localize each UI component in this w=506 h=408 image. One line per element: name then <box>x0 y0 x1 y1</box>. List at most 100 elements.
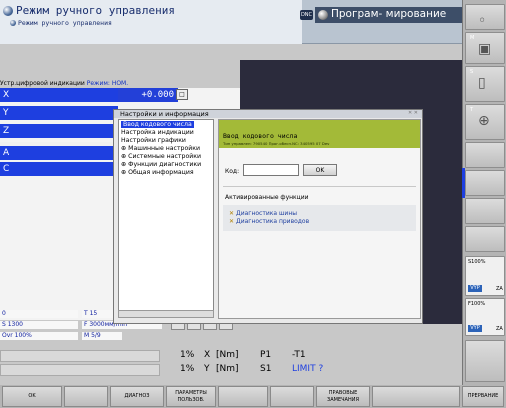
tool-t: -T1 <box>292 350 306 360</box>
right-softkey-bottom[interactable] <box>465 340 505 382</box>
override-row: Ovr 100% M 5/9 <box>0 332 240 340</box>
t-label: T <box>470 107 474 113</box>
spindle-icon: ▯ <box>478 75 486 91</box>
tree-item-graphics[interactable]: Настройки графики <box>121 137 186 144</box>
softkey-abort[interactable]: ПРЕРВАНИЕ <box>462 386 504 407</box>
load-unit: [Nm] <box>216 350 239 360</box>
load-axis: X <box>204 350 211 360</box>
axis-label: X <box>0 88 118 102</box>
tree-item-system[interactable]: ⊕ Системные настройки <box>121 153 201 160</box>
axis-label: Z <box>0 124 118 138</box>
code-label: Код: <box>225 168 240 175</box>
divider <box>223 186 416 187</box>
program-p: P1 <box>260 350 272 360</box>
axis-label: A <box>0 146 118 160</box>
position-status-prefix: Устр.цифровой индикации <box>0 80 85 87</box>
code-input[interactable] <box>243 164 299 176</box>
spindle-speed: S 1300 <box>0 321 78 329</box>
softkey-blank[interactable] <box>218 386 268 407</box>
wrench-icon: ✕ <box>229 218 235 225</box>
active-indicator <box>462 168 465 198</box>
right-softkey-blank[interactable] <box>465 170 505 196</box>
load-percent: 1% <box>180 364 195 374</box>
tree-item-general[interactable]: ⊕ Общая информация <box>121 169 194 176</box>
softkey-blank[interactable] <box>64 386 108 407</box>
softkey-bar: OK ДИАГНОЗ ПАРАМЕТРЫ ПОЛЬЗОВ. ПРАВОВЫЕ З… <box>0 385 506 408</box>
right-softkey-blank[interactable] <box>465 142 505 168</box>
m-function: M 5/9 <box>82 332 122 340</box>
axis-row-a: A <box>0 146 118 160</box>
active-functions-list: ✕ Диагностика шины ✕ Диагностика приводов <box>223 205 416 231</box>
spindle-za-label: ZA <box>496 286 503 292</box>
softkey-user-parameters[interactable]: ПАРАМЕТРЫ ПОЛЬЗОВ. <box>166 386 216 407</box>
softkey-legal-notes[interactable]: ПРАВОВЫЕ ЗАМЕЧАНИЯ <box>316 386 370 407</box>
programming-mode-label: Програм- мирование <box>331 8 447 20</box>
right-softkey-blank[interactable] <box>465 226 505 252</box>
axis-toggle-button[interactable]: □ <box>176 89 188 100</box>
axis-row-z: Z <box>0 124 118 138</box>
tree-item-display[interactable]: Настройка индикации <box>121 129 194 136</box>
dialog-title: Настройки и информация <box>114 110 422 118</box>
tree-item-code-entry[interactable]: Ввод кодового числа <box>121 121 194 128</box>
spindle-vyp-badge: VYP <box>468 285 482 292</box>
s-function-softkey[interactable]: S ▯ <box>465 66 505 102</box>
machine-mode-subtitle: Режим ручного управления <box>18 19 112 27</box>
spindle-override-label: S100% <box>468 259 486 265</box>
t-function-softkey[interactable]: T ⊕ <box>465 104 505 140</box>
feed-override-widget[interactable]: F100% VYP ZA <box>465 298 505 336</box>
power-icon: ◦ <box>478 13 487 29</box>
load-unit: [Nm] <box>216 364 239 374</box>
right-softkey-blank[interactable] <box>465 198 505 224</box>
spindle-override-widget[interactable]: S100% VYP ZA <box>465 256 505 296</box>
axis-label: C <box>0 162 118 176</box>
softkey-blank[interactable] <box>270 386 314 407</box>
spindle-s: S1 <box>260 364 272 374</box>
machine-mode-title: Режим ручного управления <box>16 4 175 17</box>
programming-mode-icon <box>318 10 328 20</box>
tree-item-diagnostics[interactable]: ⊕ Функции диагностики <box>121 161 201 168</box>
active-functions-label: Активированные функции <box>225 194 309 201</box>
limit-status: LIMIT ? <box>292 364 324 374</box>
settings-dialog: Настройки и информация ✕ ✕ Ввод кодового… <box>113 109 423 324</box>
function-item[interactable]: ✕ Диагностика шины <box>229 210 297 217</box>
dnc-icon: DNC <box>300 10 313 20</box>
programming-mode-button[interactable]: Програм- мирование <box>315 7 462 23</box>
axis-row-x: X +0.000 □ <box>0 88 188 102</box>
axis-row-y: Y <box>0 106 118 120</box>
softkey-ok[interactable]: OK <box>2 386 62 407</box>
m-function-softkey[interactable]: M ▣ <box>465 32 505 64</box>
axis-label: Y <box>0 106 118 120</box>
load-axis: Y <box>204 364 210 374</box>
tool-icon: ⊕ <box>478 113 490 129</box>
load-percent: 1% <box>180 350 195 360</box>
function-label: Диагностика приводов <box>236 218 310 225</box>
close-icon[interactable]: ✕ ✕ <box>408 110 418 116</box>
feed-override-label: F100% <box>468 301 486 307</box>
mode-title-box: Режим ручного управления Режим ручного у… <box>0 0 302 44</box>
m-function-icon: ▣ <box>478 41 492 57</box>
spindle-state: 0 <box>0 310 78 318</box>
panel-title: Ввод кодового числа <box>223 132 298 140</box>
machine-mode-small-icon <box>10 20 16 26</box>
right-softkey-top[interactable]: ◦ <box>465 4 505 30</box>
panel-header: Ввод кодового числа Тип управлен: 790540… <box>219 120 420 148</box>
feed-vyp-badge: VYP <box>468 325 482 332</box>
position-status-line: Устр.цифровой индикации Режим: НОМ. <box>0 80 240 88</box>
tree-item-machine[interactable]: ⊕ Машинные настройки <box>121 145 200 152</box>
softkey-diagnosis[interactable]: ДИАГНОЗ <box>110 386 164 407</box>
softkey-blank[interactable] <box>372 386 460 407</box>
status-row-1: 1% X [Nm] P1 -T1 <box>120 350 462 364</box>
wrench-icon: ✕ <box>229 210 235 217</box>
settings-tree: Ввод кодового числа Настройка индикации … <box>118 119 214 314</box>
machine-mode-icon <box>3 6 13 16</box>
panel-info: Тип управлен: 790540 Прог.обесп.NC: 3405… <box>223 141 330 146</box>
status-row-2: 1% Y [Nm] S1 LIMIT ? <box>120 364 462 378</box>
s-label: S <box>470 69 474 75</box>
function-item[interactable]: ✕ Диагностика приводов <box>229 218 309 225</box>
ok-button[interactable]: OK <box>303 164 337 176</box>
header-bar: Режим ручного управления Режим ручного у… <box>0 0 462 44</box>
function-label: Диагностика шины <box>236 210 297 217</box>
axis-value: +0.000 <box>118 88 178 102</box>
tree-scrollbar[interactable] <box>118 310 214 318</box>
feed-za-label: ZA <box>496 326 503 332</box>
